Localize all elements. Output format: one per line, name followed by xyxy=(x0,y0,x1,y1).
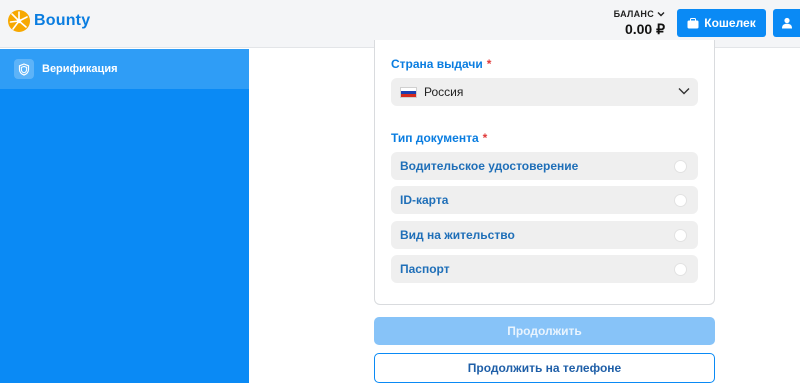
logo-text: Bounty xyxy=(34,12,91,29)
country-select-value: Россия xyxy=(424,85,464,99)
country-field-label: Страна выдачи * xyxy=(391,57,491,71)
doc-option-residence-permit[interactable]: Вид на жительство xyxy=(391,221,698,249)
balance-label: БАЛАНС xyxy=(613,9,654,19)
radio-button[interactable] xyxy=(674,194,687,207)
shield-icon xyxy=(14,59,34,79)
doc-option-passport[interactable]: Паспорт xyxy=(391,255,698,283)
sidebar-item-label: Верификация xyxy=(42,63,118,75)
verification-form-card: Страна выдачи * Россия Тип документа * Вод… xyxy=(374,40,715,305)
doc-option-label: ID-карта xyxy=(400,193,449,207)
radio-button[interactable] xyxy=(674,263,687,276)
wallet-button[interactable]: Кошелек xyxy=(677,9,766,37)
user-icon xyxy=(781,17,792,29)
doc-type-label-text: Тип документа xyxy=(391,131,479,145)
wallet-icon xyxy=(687,17,699,28)
doc-type-field-label: Тип документа * xyxy=(391,131,487,145)
chevron-down-icon xyxy=(657,12,665,17)
balance-label-row: БАЛАНС xyxy=(614,9,665,19)
profile-button[interactable] xyxy=(773,9,800,37)
radio-button[interactable] xyxy=(674,229,687,242)
doc-option-id-card[interactable]: ID-карта xyxy=(391,186,698,214)
country-select[interactable]: Россия xyxy=(391,78,698,106)
doc-option-label: Вид на жительство xyxy=(400,228,515,242)
sun-logo-icon xyxy=(8,10,30,32)
sidebar: Верификация xyxy=(0,49,249,383)
required-mark: * xyxy=(486,57,492,71)
sidebar-item-verification[interactable]: Верификация xyxy=(0,49,249,89)
continue-button[interactable]: Продолжить xyxy=(374,317,715,345)
doc-option-drivers-license[interactable]: Водительское удостоверение xyxy=(391,152,698,180)
radio-button[interactable] xyxy=(674,160,687,173)
chevron-down-icon xyxy=(678,88,690,95)
required-mark: * xyxy=(482,131,488,145)
country-label-text: Страна выдачи xyxy=(391,57,483,71)
wallet-label: Кошелек xyxy=(704,16,756,30)
continue-on-phone-button[interactable]: Продолжить на телефоне xyxy=(374,353,715,383)
brand-logo[interactable]: Bounty xyxy=(7,9,90,33)
balance-dropdown[interactable]: БАЛАНС 0.00 ₽ xyxy=(614,9,665,38)
doc-option-label: Паспорт xyxy=(400,262,450,276)
russia-flag-icon xyxy=(400,86,417,98)
doc-option-label: Водительское удостоверение xyxy=(400,159,579,173)
balance-value: 0.00 ₽ xyxy=(624,21,665,37)
